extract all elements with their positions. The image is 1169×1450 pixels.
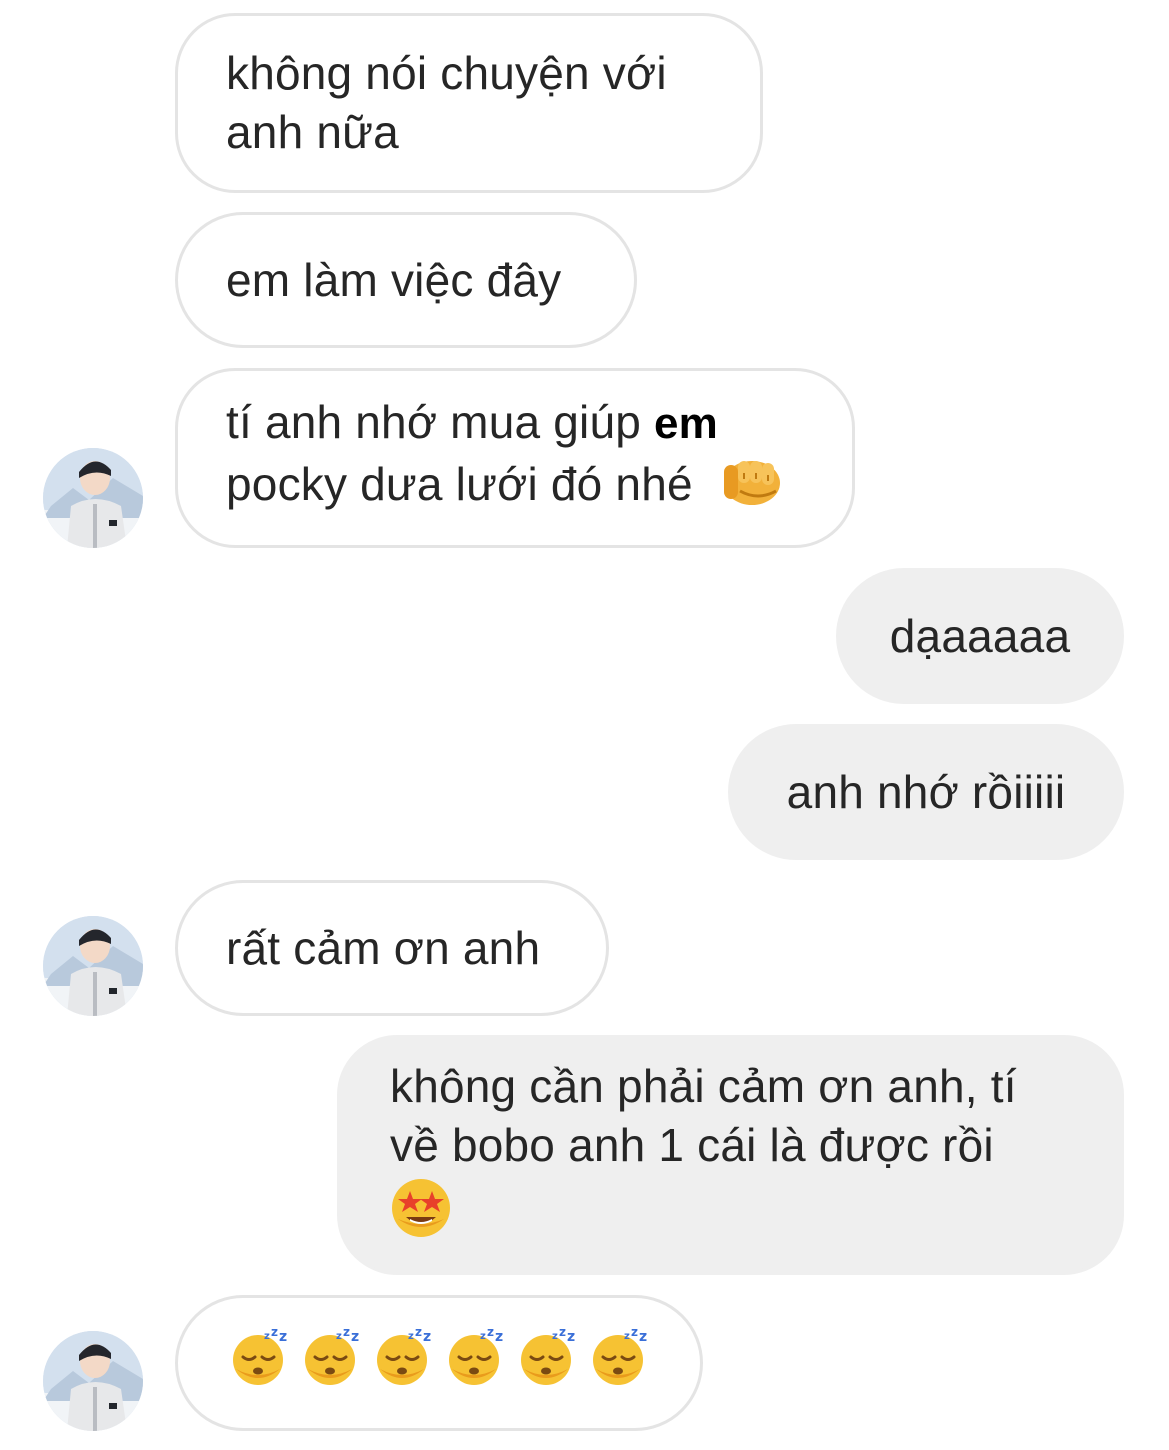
message-bubble-outgoing[interactable]: dạaaaaa	[836, 568, 1124, 704]
message-text: dạaaaaa	[889, 609, 1071, 662]
message-bubble-outgoing[interactable]: không cần phải cảm ơn anh, tí về bobo an…	[337, 1035, 1124, 1275]
message-bubble-outgoing[interactable]: anh nhớ rồiiiii	[728, 724, 1124, 860]
oncoming-fist-emoji	[718, 453, 782, 523]
message-bubble-incoming[interactable]: em làm việc đây	[175, 212, 637, 348]
svg-text:z: z	[264, 1331, 270, 1342]
message-text: không nói chuyện với anh nữa	[226, 47, 667, 158]
star-struck-emoji	[390, 1177, 452, 1253]
svg-text:z: z	[423, 1329, 431, 1345]
svg-text:z: z	[567, 1329, 575, 1345]
message-text: rất cảm ơn anh	[226, 921, 541, 974]
message-text: anh nhớ rồiiiii	[786, 765, 1066, 818]
svg-text:z: z	[559, 1325, 566, 1339]
sleeping-face-emoji: zzz	[228, 1325, 290, 1401]
svg-text:z: z	[415, 1325, 422, 1339]
message-text: tí anh nhớ mua giúp em pocky dưa lưới đó…	[226, 393, 782, 523]
svg-text:z: z	[495, 1329, 503, 1345]
user-avatar-photo[interactable]	[43, 448, 143, 548]
message-text-line: pocky dưa lưới đó nhé	[226, 458, 693, 511]
message-bubble-incoming[interactable]: tí anh nhớ mua giúp em pocky dưa lưới đó…	[175, 368, 855, 548]
svg-text:z: z	[552, 1331, 558, 1342]
emoji-row: zzzzzzzzzzzzzzzzzz	[228, 1325, 650, 1401]
svg-text:z: z	[631, 1325, 638, 1339]
message-bubble-incoming[interactable]: không nói chuyện với anh nữa	[175, 13, 763, 193]
sleeping-face-emoji: zzz	[300, 1325, 362, 1401]
svg-text:z: z	[336, 1331, 342, 1342]
svg-text:z: z	[624, 1331, 630, 1342]
message-text: em làm việc đây	[226, 253, 562, 306]
svg-text:z: z	[639, 1329, 647, 1345]
message-bubble-incoming[interactable]: zzzzzzzzzzzzzzzzzz	[175, 1295, 703, 1431]
svg-text:z: z	[487, 1325, 494, 1339]
message-text: không cần phải cảm ơn anh, tí về bobo an…	[390, 1057, 1017, 1253]
svg-text:z: z	[271, 1325, 278, 1339]
message-text-lines: không cần phải cảm ơn anh, tí về bobo an…	[390, 1060, 1017, 1171]
message-text-bold: em	[654, 399, 718, 448]
message-bubble-incoming[interactable]: rất cảm ơn anh	[175, 880, 609, 1016]
user-avatar-photo[interactable]	[43, 1331, 143, 1431]
user-avatar-photo[interactable]	[43, 916, 143, 1016]
svg-text:z: z	[480, 1331, 486, 1342]
sleeping-face-emoji: zzz	[588, 1325, 650, 1401]
sleeping-face-emoji: zzz	[516, 1325, 578, 1401]
svg-text:z: z	[351, 1329, 359, 1345]
message-text-line: tí anh nhớ mua giúp	[226, 396, 654, 448]
sleeping-face-emoji: zzz	[372, 1325, 434, 1401]
svg-text:z: z	[279, 1329, 287, 1345]
sleeping-face-emoji: zzz	[444, 1325, 506, 1401]
svg-text:z: z	[408, 1331, 414, 1342]
svg-text:z: z	[343, 1325, 350, 1339]
